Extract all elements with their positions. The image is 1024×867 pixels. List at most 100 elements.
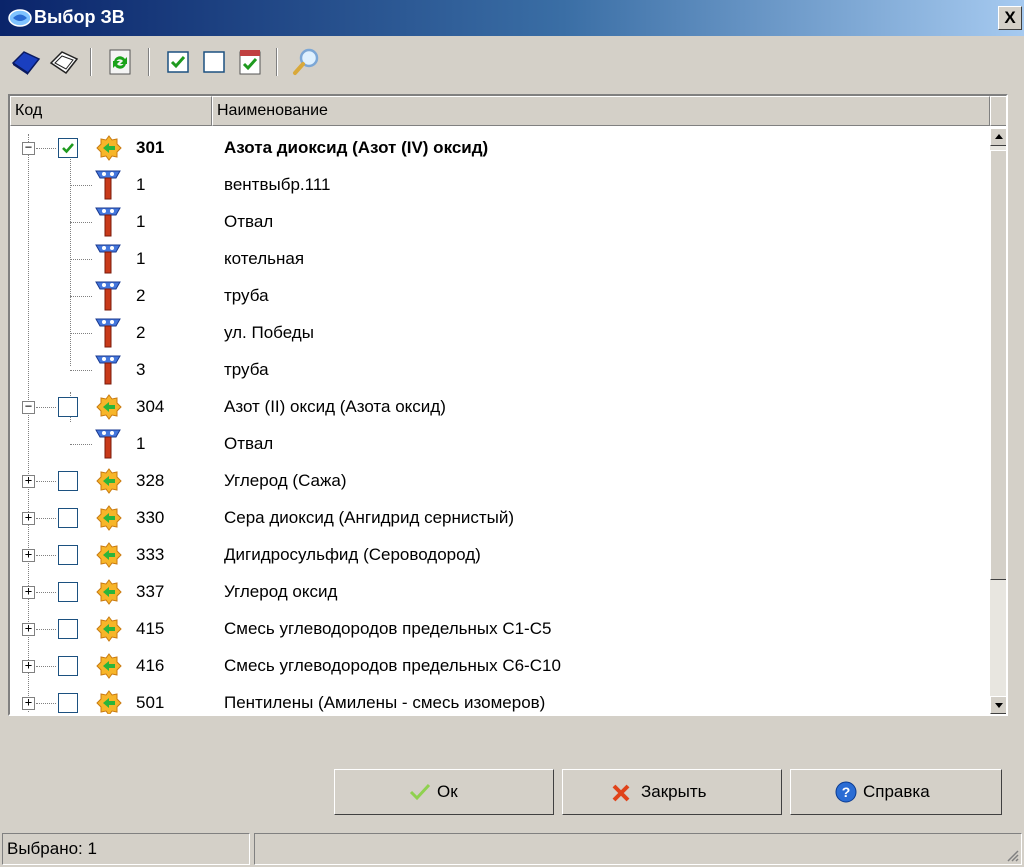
tree-row-source[interactable]: 1 Отвал [10,204,988,241]
toolbar [0,36,1024,92]
substance-icon [96,579,122,605]
uncheck-all-icon[interactable] [198,46,230,78]
checkbox[interactable] [58,471,78,491]
scrollbar-thumb[interactable] [990,150,1006,580]
tree-row-source[interactable]: 3 труба [10,352,988,389]
row-code: 2 [136,323,146,342]
status-panel [254,833,1022,865]
expand-icon[interactable]: + [22,474,35,488]
resize-grip-icon[interactable] [1005,848,1019,862]
close-icon: X [1004,8,1016,27]
row-name: Углерод оксид [224,582,338,601]
row-name: Азота диоксид (Азот (IV) оксид) [224,138,489,157]
check-list-icon[interactable] [234,46,266,78]
row-code: 333 [136,545,165,564]
close-window-button[interactable]: X [998,6,1022,30]
tree-row-source[interactable]: 1 Отвал [10,426,988,463]
tree-row-source[interactable]: 1 вентвыбр.111 [10,167,988,204]
row-code: 416 [136,656,165,675]
substance-icon [96,394,122,420]
checkbox[interactable] [58,397,78,417]
checkbox[interactable] [58,656,78,676]
emission-source-icon [95,281,121,311]
row-name: Пентилены (Амилены - смесь изомеров) [224,693,546,712]
refresh-icon[interactable] [104,46,136,78]
expand-icon[interactable]: + [22,511,35,525]
tree-row-substance[interactable]: − 301 Азота диоксид (Азот (IV) оксид) [10,130,988,167]
toolbar-separator [276,48,278,76]
help-icon: ? [835,781,857,803]
tree-row-substance[interactable]: + 330 Сера диоксид (Ангидрид сернистый) [10,500,988,537]
expand-icon[interactable]: + [22,548,35,562]
title-bar: Выбор ЗВ X [0,0,1024,36]
column-header-filler [990,96,1006,126]
check-icon [409,783,431,801]
row-name: Азот (II) оксид (Азота оксид) [224,397,446,416]
row-name: Отвал [224,434,274,453]
substance-icon [96,135,122,161]
row-code: 1 [136,249,146,268]
emission-source-icon [95,355,121,385]
row-code: 501 [136,693,165,712]
scroll-up-button[interactable] [990,128,1006,146]
ok-button[interactable]: Ок [334,769,554,815]
deselect-all-icon[interactable] [48,46,80,78]
emission-source-icon [95,429,121,459]
search-icon[interactable] [290,46,322,78]
row-code: 304 [136,397,165,416]
emission-source-icon [95,170,121,200]
help-button[interactable]: ? Справка [790,769,1002,815]
expand-icon[interactable]: + [22,585,35,599]
check-all-icon[interactable] [162,46,194,78]
collapse-icon[interactable]: − [22,141,35,155]
tree-row-substance[interactable]: + 415 Смесь углеводородов предельных С1-… [10,611,988,648]
expand-icon[interactable]: + [22,659,35,673]
substances-tree-grid[interactable]: Код Наименование − 301 Азота диоксид (Аз… [8,94,1008,716]
expand-icon[interactable]: + [22,622,35,636]
collapse-icon[interactable]: − [22,400,35,414]
row-code: 1 [136,212,146,231]
substance-icon [96,690,122,714]
row-name: труба [224,360,269,379]
svg-text:?: ? [842,784,851,800]
checkbox[interactable] [58,619,78,639]
row-name: Смесь углеводородов предельных С6-С10 [224,656,561,675]
row-code: 301 [136,138,165,157]
row-name: ул. Победы [224,323,314,342]
tree-row-substance[interactable]: + 501 Пентилены (Амилены - смесь изомеро… [10,685,988,714]
close-button[interactable]: Закрыть [562,769,782,815]
arrow-up-icon [995,134,1003,139]
checkbox[interactable] [58,545,78,565]
tree-row-substance[interactable]: + 416 Смесь углеводородов предельных С6-… [10,648,988,685]
tree-row-substance[interactable]: + 333 Дигидросульфид (Сероводород) [10,537,988,574]
row-name: труба [224,286,269,305]
checkbox[interactable] [58,693,78,713]
row-code: 3 [136,360,146,379]
checkbox[interactable] [58,508,78,528]
tree-row-source[interactable]: 2 труба [10,278,988,315]
column-header-name[interactable]: Наименование [212,96,990,126]
expand-icon[interactable]: + [22,696,35,710]
select-all-icon[interactable] [10,46,42,78]
tree-row-substance[interactable]: − 304 Азот (II) оксид (Азота оксид) [10,389,988,426]
scroll-down-button[interactable] [990,696,1006,714]
tree-row-source[interactable]: 1 котельная [10,241,988,278]
checkbox[interactable] [58,582,78,602]
tree-row-substance[interactable]: + 328 Углерод (Сажа) [10,463,988,500]
substance-icon [96,653,122,679]
row-name: котельная [224,249,305,268]
row-code: 330 [136,508,165,527]
close-x-icon [612,784,630,802]
row-name: вентвыбр.111 [224,175,331,194]
emission-source-icon [95,318,121,348]
row-name: Дигидросульфид (Сероводород) [224,545,481,564]
substance-icon [96,542,122,568]
vertical-scrollbar[interactable] [990,128,1006,714]
toolbar-separator [148,48,150,76]
tree-row-substance[interactable]: + 337 Углерод оксид [10,574,988,611]
tree-row-source[interactable]: 2 ул. Победы [10,315,988,352]
row-code: 2 [136,286,146,305]
column-header-code[interactable]: Код [10,96,212,126]
substance-icon [96,468,122,494]
checkbox-checked[interactable] [58,138,78,158]
